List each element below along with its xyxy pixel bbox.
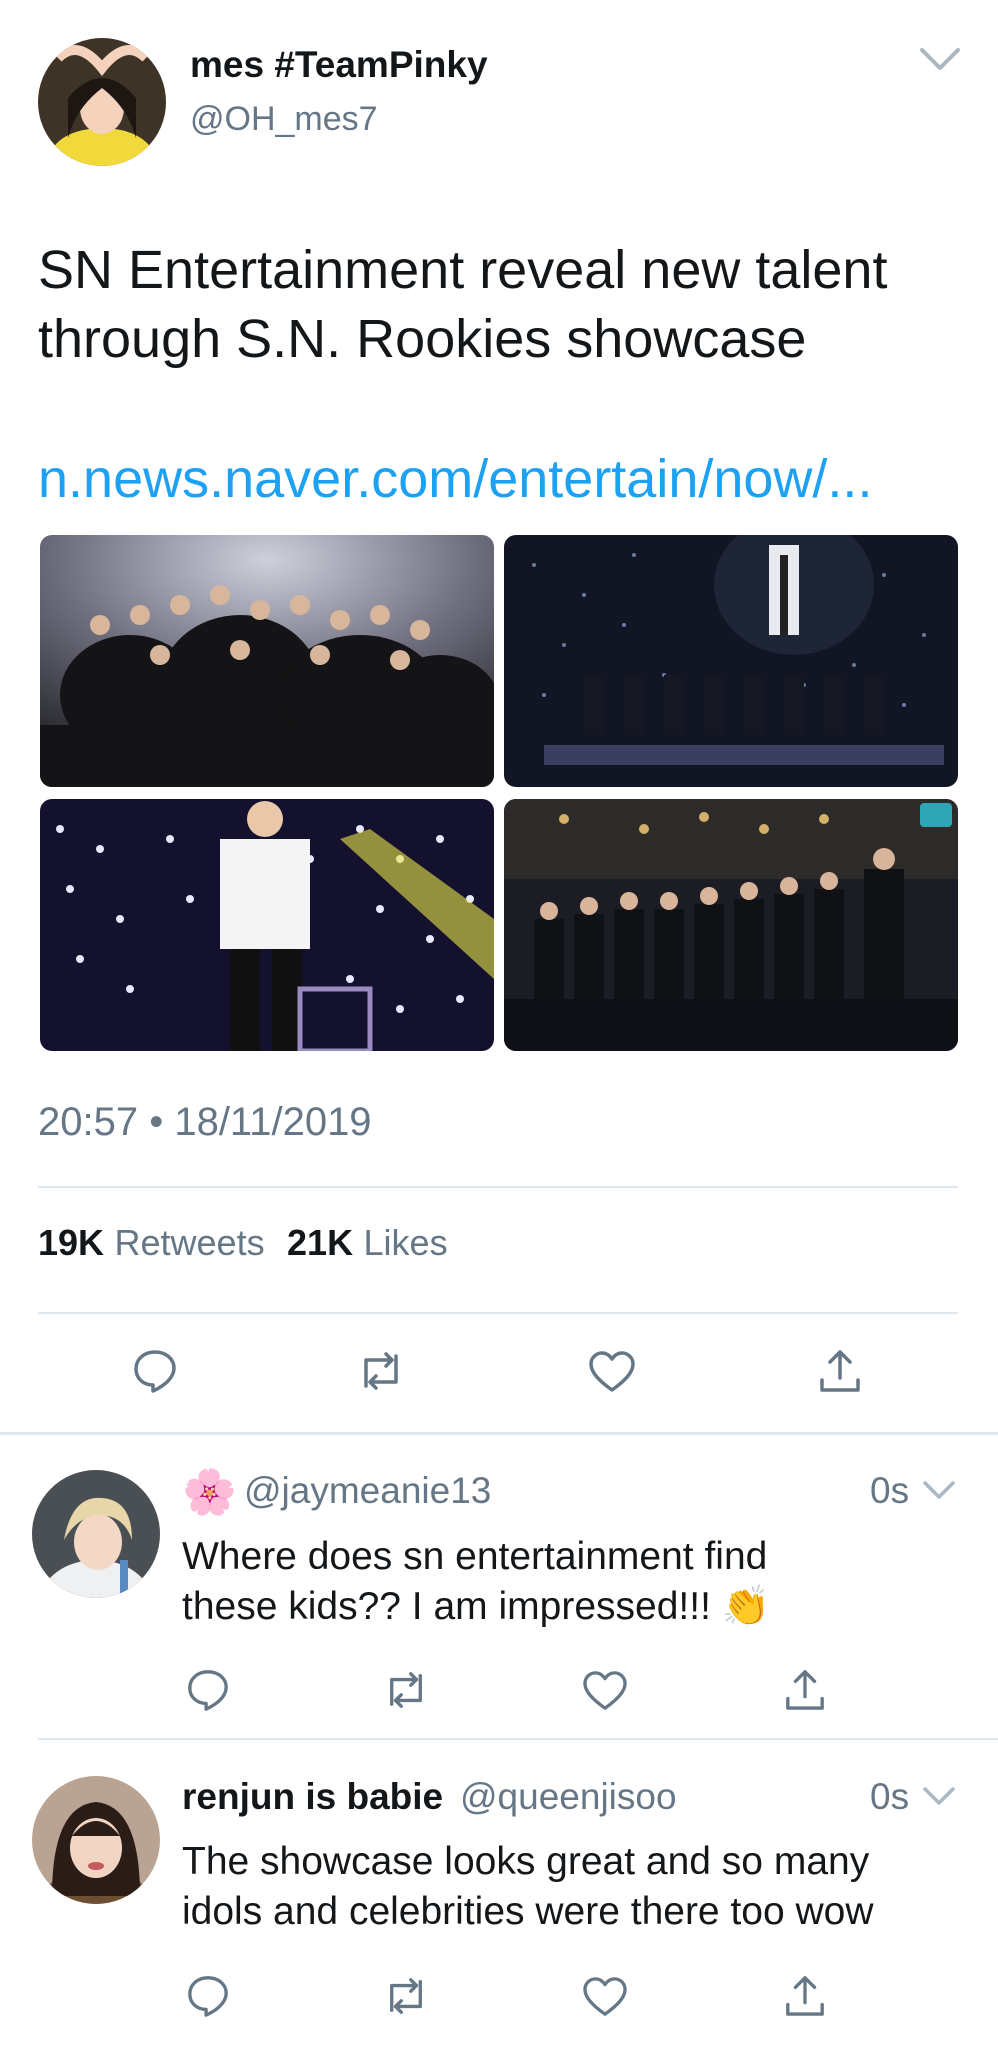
reply-handle[interactable]: @jaymeanie13 (244, 1470, 491, 1512)
tweet-text-line: SN Entertainment reveal new talent (38, 240, 888, 300)
retweets-label[interactable]: Retweets (115, 1222, 265, 1263)
engagement-counts: 19K Retweets 21K Likes (38, 1222, 448, 1264)
reply-handle[interactable]: @queenjisoo (460, 1776, 677, 1818)
likes-count[interactable]: 21K (287, 1222, 353, 1263)
reply-icon[interactable] (132, 1348, 178, 1394)
author-avatar[interactable] (38, 38, 166, 166)
likes-label[interactable]: Likes (364, 1222, 448, 1263)
tweet-link[interactable]: n.news.naver.com/entertain/now/... (38, 448, 872, 510)
like-icon[interactable] (588, 1350, 636, 1394)
author-display-name[interactable]: mes #TeamPinky (190, 44, 488, 86)
reply-time: 0s (870, 1470, 910, 1511)
retweet-icon[interactable] (382, 1670, 430, 1710)
reply-avatar[interactable] (32, 1470, 160, 1598)
reply-time: 0s (870, 1776, 910, 1817)
divider (38, 1186, 958, 1188)
tweet-timestamp: 20:57 • 18/11/2019 (38, 1100, 372, 1144)
reply-icon[interactable] (186, 1668, 230, 1712)
tweet-photo-2[interactable] (504, 535, 958, 787)
reply-emoji: 🌸 (182, 1468, 237, 1517)
divider (38, 1312, 958, 1314)
reply-text-line: The showcase looks great and so many (182, 1840, 870, 1883)
like-icon[interactable] (582, 1670, 628, 1712)
section-divider (0, 1432, 998, 1435)
reply-text-line: these kids?? I am impressed!!! 👏 (182, 1585, 771, 1628)
reply-text: The showcase looks great and so many ido… (182, 1837, 982, 1937)
share-icon[interactable] (784, 1972, 826, 2018)
reply-avatar[interactable] (32, 1776, 160, 1904)
like-icon[interactable] (582, 1976, 628, 2018)
share-icon[interactable] (784, 1666, 826, 1712)
divider (38, 1738, 998, 1740)
reply-text-line: Where does sn entertainment find (182, 1535, 768, 1578)
tweet-photo-1[interactable] (40, 535, 494, 787)
tweet-text-line: through S.N. Rookies showcase (38, 309, 807, 369)
retweet-icon[interactable] (382, 1976, 430, 2016)
reply-text-line: idols and celebrities were there too wow (182, 1890, 874, 1933)
retweet-icon[interactable] (356, 1350, 406, 1392)
chevron-down-icon[interactable] (922, 1480, 956, 1502)
chevron-down-icon[interactable] (918, 46, 962, 74)
share-icon[interactable] (818, 1346, 862, 1394)
reply-display-name[interactable]: renjun is babie (182, 1776, 443, 1818)
reply-icon[interactable] (186, 1974, 230, 2018)
retweets-count[interactable]: 19K (38, 1222, 104, 1263)
reply-text: Where does sn entertainment find these k… (182, 1532, 962, 1632)
tweet-photo-3[interactable] (40, 799, 494, 1051)
tweet-photo-4[interactable] (504, 799, 958, 1051)
author-handle[interactable]: @OH_mes7 (190, 100, 378, 139)
chevron-down-icon[interactable] (922, 1786, 956, 1808)
tweet-text: SN Entertainment reveal new talent throu… (38, 236, 968, 374)
